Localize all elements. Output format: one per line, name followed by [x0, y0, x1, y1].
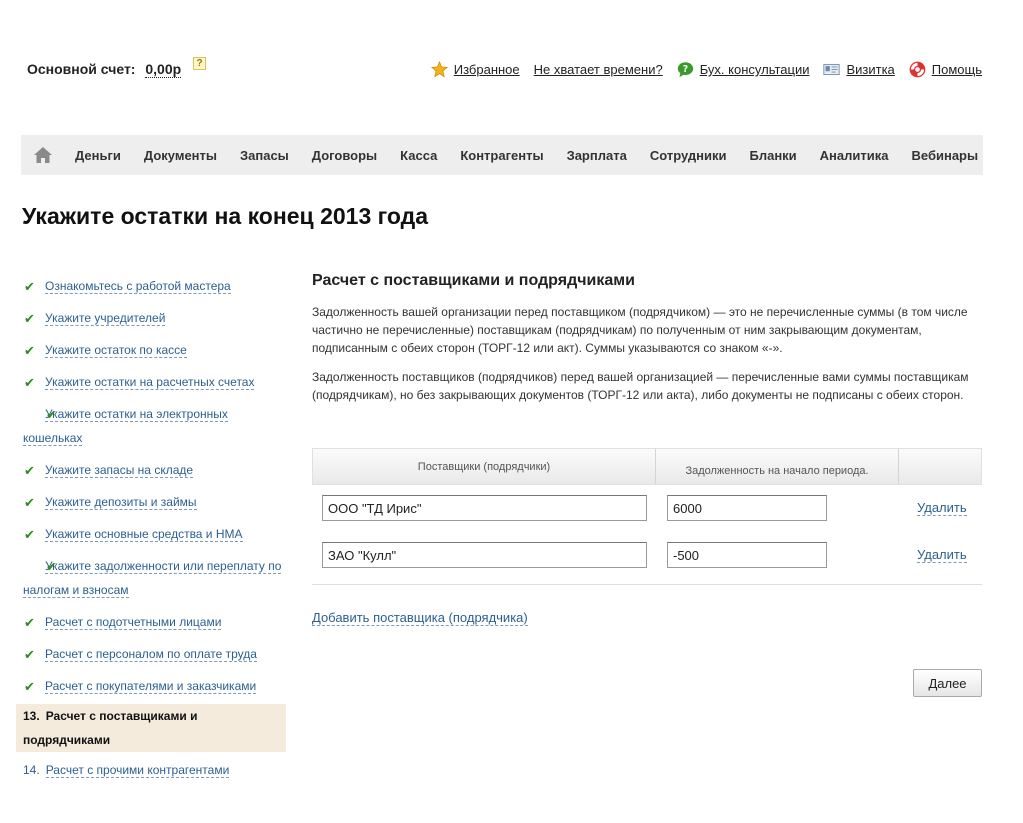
business-card-label: Визитка: [846, 62, 895, 77]
description-paragraph: Задолженность вашей организации перед по…: [312, 305, 968, 355]
nav-item-cash[interactable]: Касса: [400, 148, 437, 163]
check-icon: ✔: [46, 559, 57, 574]
check-icon: ✔: [24, 279, 35, 294]
check-icon: ✔: [24, 463, 35, 478]
step-link[interactable]: Расчет с персоналом по оплате труда: [45, 647, 257, 662]
main-nav: Деньги Документы Запасы Договоры Касса К…: [21, 135, 983, 175]
suppliers-table: Поставщики (подрядчики) Задолженность на…: [312, 448, 982, 568]
main-content: Расчет с поставщиками и подрядчиками Зад…: [312, 272, 982, 415]
business-card-link[interactable]: Визитка: [823, 61, 895, 78]
wizard-step: ✔ Расчет с персоналом по оплате труда: [16, 642, 286, 666]
nav-item-documents[interactable]: Документы: [144, 148, 217, 163]
check-icon: ✔: [24, 527, 35, 542]
add-supplier-link[interactable]: Добавить поставщика (подрядчика): [312, 610, 528, 626]
check-icon: ✔: [24, 679, 35, 694]
debt-input[interactable]: [667, 495, 827, 521]
consultations-link[interactable]: ? Бух. консультации: [677, 61, 810, 78]
check-icon: ✔: [24, 647, 35, 662]
delete-link[interactable]: Удалить: [917, 547, 967, 563]
step-link[interactable]: Расчет с покупателями и заказчиками: [45, 679, 257, 694]
nav-item-webinars[interactable]: Вебинары: [912, 148, 979, 163]
step-link[interactable]: Укажите задолженности или переплату по н…: [23, 559, 282, 598]
help-link[interactable]: Помощь: [909, 61, 982, 78]
page-title: Укажите остатки на конец 2013 года: [22, 203, 429, 229]
wizard-step: ✔ Укажите задолженности или переплату по …: [16, 554, 286, 602]
no-time-link[interactable]: Не хватает времени?: [534, 62, 663, 77]
star-icon: [430, 61, 448, 78]
section-title: Расчет с поставщиками и подрядчиками: [312, 272, 635, 289]
nav-item-employees[interactable]: Сотрудники: [650, 148, 727, 163]
table-row: Удалить: [312, 495, 982, 521]
step-number: 13.: [23, 709, 40, 723]
step-label: Расчет с поставщиками и подрядчиками: [23, 709, 198, 747]
nav-item-analytics[interactable]: Аналитика: [820, 148, 889, 163]
wizard-step: ✔ Расчет с подотчетными лицами: [16, 610, 286, 634]
nav-item-salary[interactable]: Зарплата: [567, 148, 627, 163]
check-icon: ✔: [24, 615, 35, 630]
wizard-step: ✔ Укажите основные средства и НМА: [16, 522, 286, 546]
wizard-step: ✔ Укажите остатки на расчетных счетах: [16, 370, 286, 394]
step-link[interactable]: Укажите основные средства и НМА: [45, 527, 243, 542]
step-link[interactable]: Укажите остатки на расчетных счетах: [45, 375, 255, 390]
wizard-step: ✔ Расчет с покупателями и заказчиками: [16, 674, 286, 698]
wizard-step: ✔ Укажите остатки на электронных кошелька…: [16, 402, 286, 450]
table-header: Поставщики (подрядчики) Задолженность на…: [312, 448, 982, 485]
help-badge-icon[interactable]: ?: [193, 57, 206, 70]
consultations-label: Бух. консультации: [699, 62, 810, 77]
description-paragraph: Задолженность поставщиков (подрядчиков) …: [312, 370, 969, 402]
check-icon: ✔: [24, 343, 35, 358]
account-amount[interactable]: 0,00р: [145, 61, 182, 78]
svg-text:?: ?: [682, 64, 687, 75]
check-icon: ✔: [24, 375, 35, 390]
nav-item-money[interactable]: Деньги: [75, 148, 121, 163]
step-link[interactable]: Расчет с подотчетными лицами: [45, 615, 222, 630]
no-time-label: Не хватает времени?: [533, 62, 663, 77]
wizard-step: ✔ Укажите остаток по кассе: [16, 338, 286, 362]
nav-item-forms[interactable]: Бланки: [749, 148, 796, 163]
table-row: Удалить: [312, 542, 982, 568]
favorites-link[interactable]: Избранное: [430, 61, 520, 78]
business-card-icon: [823, 61, 841, 78]
nav-item-counterparties[interactable]: Контрагенты: [460, 148, 543, 163]
column-header-debt: Задолженность на начало периода.: [656, 449, 899, 484]
divider: [312, 584, 982, 585]
step-link[interactable]: Укажите остаток по кассе: [45, 343, 187, 358]
wizard-step-current: 13. Расчет с поставщиками и подрядчиками: [16, 704, 286, 752]
top-links: Избранное Не хватает времени? ? Бух. кон…: [430, 61, 982, 78]
step-link[interactable]: Укажите депозиты и займы: [45, 495, 197, 510]
check-icon: ✔: [46, 407, 57, 422]
delete-link[interactable]: Удалить: [917, 500, 967, 516]
check-icon: ✔: [24, 495, 35, 510]
account-label: Основной счет:: [27, 61, 136, 77]
supplier-input[interactable]: [322, 495, 647, 521]
step-link[interactable]: Расчет с прочими контрагентами: [45, 763, 230, 778]
help-label: Помощь: [931, 62, 982, 77]
step-number: 14.: [23, 763, 40, 777]
account-balance: Основной счет: 0,00р: [27, 61, 182, 78]
home-icon[interactable]: [21, 135, 65, 175]
column-header-supplier: Поставщики (подрядчики): [313, 449, 656, 484]
wizard-step: ✔ Ознакомьтесь с работой мастера: [16, 274, 286, 298]
wizard-steps: ✔ Ознакомьтесь с работой мастера ✔ Укажите…: [16, 274, 286, 790]
column-header-actions: [899, 449, 981, 484]
lifebuoy-icon: [909, 61, 926, 78]
nav-item-contracts[interactable]: Договоры: [312, 148, 377, 163]
step-link[interactable]: Укажите запасы на складе: [45, 463, 194, 478]
wizard-step: 14. Расчет с прочими контрагентами: [16, 758, 286, 782]
supplier-input[interactable]: [322, 542, 647, 568]
favorites-label: Избранное: [453, 62, 520, 77]
wizard-step: ✔ Укажите учредителей: [16, 306, 286, 330]
wizard-step: ✔ Укажите депозиты и займы: [16, 490, 286, 514]
check-icon: ✔: [24, 311, 35, 326]
debt-input[interactable]: [667, 542, 827, 568]
step-link[interactable]: Укажите учредителей: [45, 311, 166, 326]
chat-bubble-icon: ?: [677, 61, 694, 78]
next-button[interactable]: Далее: [913, 669, 982, 697]
step-link[interactable]: Ознакомьтесь с работой мастера: [45, 279, 231, 294]
wizard-step: ✔ Укажите запасы на складе: [16, 458, 286, 482]
nav-item-stock[interactable]: Запасы: [240, 148, 289, 163]
